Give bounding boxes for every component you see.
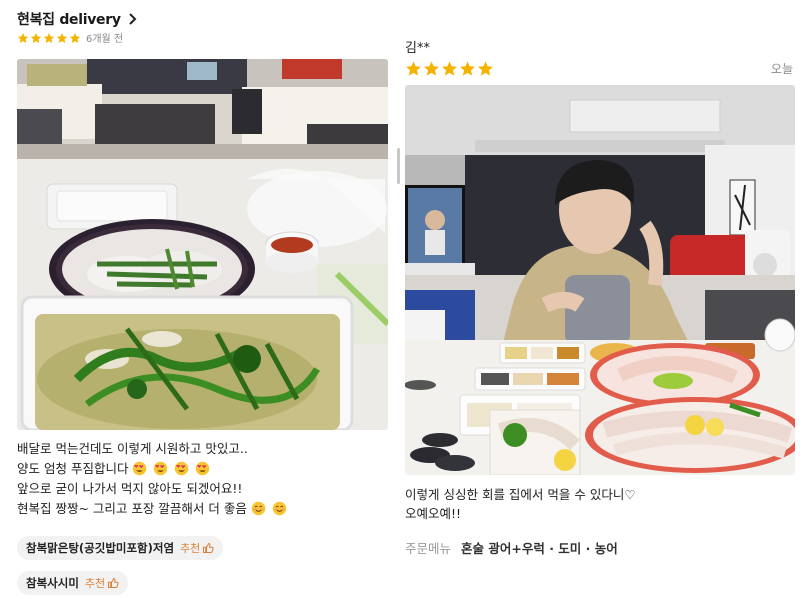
heart-eyes-emoji-icon — [154, 461, 168, 476]
star-icon — [56, 32, 68, 43]
review-screen: 현복집 delivery 6개월 전 배달로 먹는건데도 이렇게 시원하고 맛있… — [0, 0, 800, 599]
menu-tag[interactable]: 참복맑은탕(공깃밥미포함)저염 추천 — [17, 536, 224, 560]
review-line: 이렇게 싱싱한 회를 집에서 먹을 수 있다니♡ — [405, 487, 636, 502]
recommend-label: 추천 — [180, 542, 201, 555]
review-line-with-emoji: 현복집 짱짱~ 그리고 포장 깔끔해서 더 좋음 — [17, 499, 387, 519]
review-line: 현복집 짱짱~ 그리고 포장 깔끔해서 더 좋음 — [17, 501, 247, 516]
store-name[interactable]: 현복집 delivery — [17, 9, 121, 29]
review-line: 앞으로 굳이 나가서 먹지 않아도 되겠어요!! — [17, 481, 243, 496]
menu-tag-name: 참복사시미 — [26, 576, 79, 590]
heart-eyes-emoji-icon — [175, 461, 189, 476]
review-line-with-emoji: 양도 엄청 푸짐합니다 — [17, 459, 387, 479]
star-icon — [406, 61, 421, 76]
review-line: 양도 엄청 푸짐합니다 — [17, 461, 129, 476]
star-icon — [17, 32, 29, 43]
review-date: 6개월 전 — [86, 34, 124, 45]
review-line: 배달로 먹는건데도 이렇게 시원하고 맛있고.. — [17, 441, 248, 456]
recommend-badge: 추천 — [180, 540, 214, 556]
order-menu-value[interactable]: 혼술 광어+우럭 · 도미 · 농어 — [461, 538, 618, 557]
review-date: 오늘 — [770, 62, 793, 76]
thumbs-up-icon — [108, 577, 119, 589]
star-icon — [442, 61, 457, 76]
thumbs-up-icon — [203, 542, 214, 554]
smiling-emoji-icon — [251, 501, 266, 516]
order-menu: 주문메뉴 혼술 광어+우럭 · 도미 · 농어 — [405, 538, 618, 557]
reviewer-name[interactable]: 김** — [405, 37, 430, 56]
recommend-badge: 추천 — [85, 575, 119, 591]
sashimi-photo-illustration — [405, 85, 795, 475]
chevron-right-icon[interactable] — [125, 12, 139, 26]
food-photo-illustration — [17, 59, 388, 430]
review-text: 이렇게 싱싱한 회를 집에서 먹을 수 있다니♡ 오예오예!! — [405, 485, 636, 523]
heart-eyes-emoji-icon — [196, 461, 210, 476]
star-icon — [424, 61, 439, 76]
review-card-left: 현복집 delivery 6개월 전 배달로 먹는건데도 이렇게 시원하고 맛있… — [0, 0, 400, 599]
star-rating — [17, 32, 81, 44]
star-rating — [405, 60, 495, 77]
order-menu-label: 주문메뉴 — [405, 541, 452, 556]
star-icon — [43, 32, 55, 43]
rating-row: 6개월 전 — [17, 30, 123, 45]
star-icon — [478, 61, 493, 76]
star-icon — [69, 32, 81, 43]
menu-tag-name: 참복맑은탕(공깃밥미포함)저염 — [26, 541, 175, 555]
menu-tag[interactable]: 참복사시미 추천 — [17, 571, 129, 595]
review-text: 배달로 먹는건데도 이렇게 시원하고 맛있고.. 양도 엄청 푸짐합니다 앞으로… — [17, 439, 387, 519]
heart-eyes-emoji-icon — [133, 461, 147, 476]
smiling-emoji-icon — [272, 501, 287, 516]
star-icon — [460, 61, 475, 76]
review-photo[interactable] — [17, 59, 388, 430]
store-link[interactable]: 현복집 delivery — [17, 9, 139, 29]
review-card-right: 김** 오늘 이렇게 싱싱한 회를 집에서 먹을 수 있다니♡ 오예오예!! 주… — [400, 0, 800, 599]
review-photo[interactable] — [405, 85, 795, 475]
star-icon — [30, 32, 42, 43]
review-line: 오예오예!! — [405, 506, 462, 521]
recommend-label: 추천 — [84, 577, 106, 590]
